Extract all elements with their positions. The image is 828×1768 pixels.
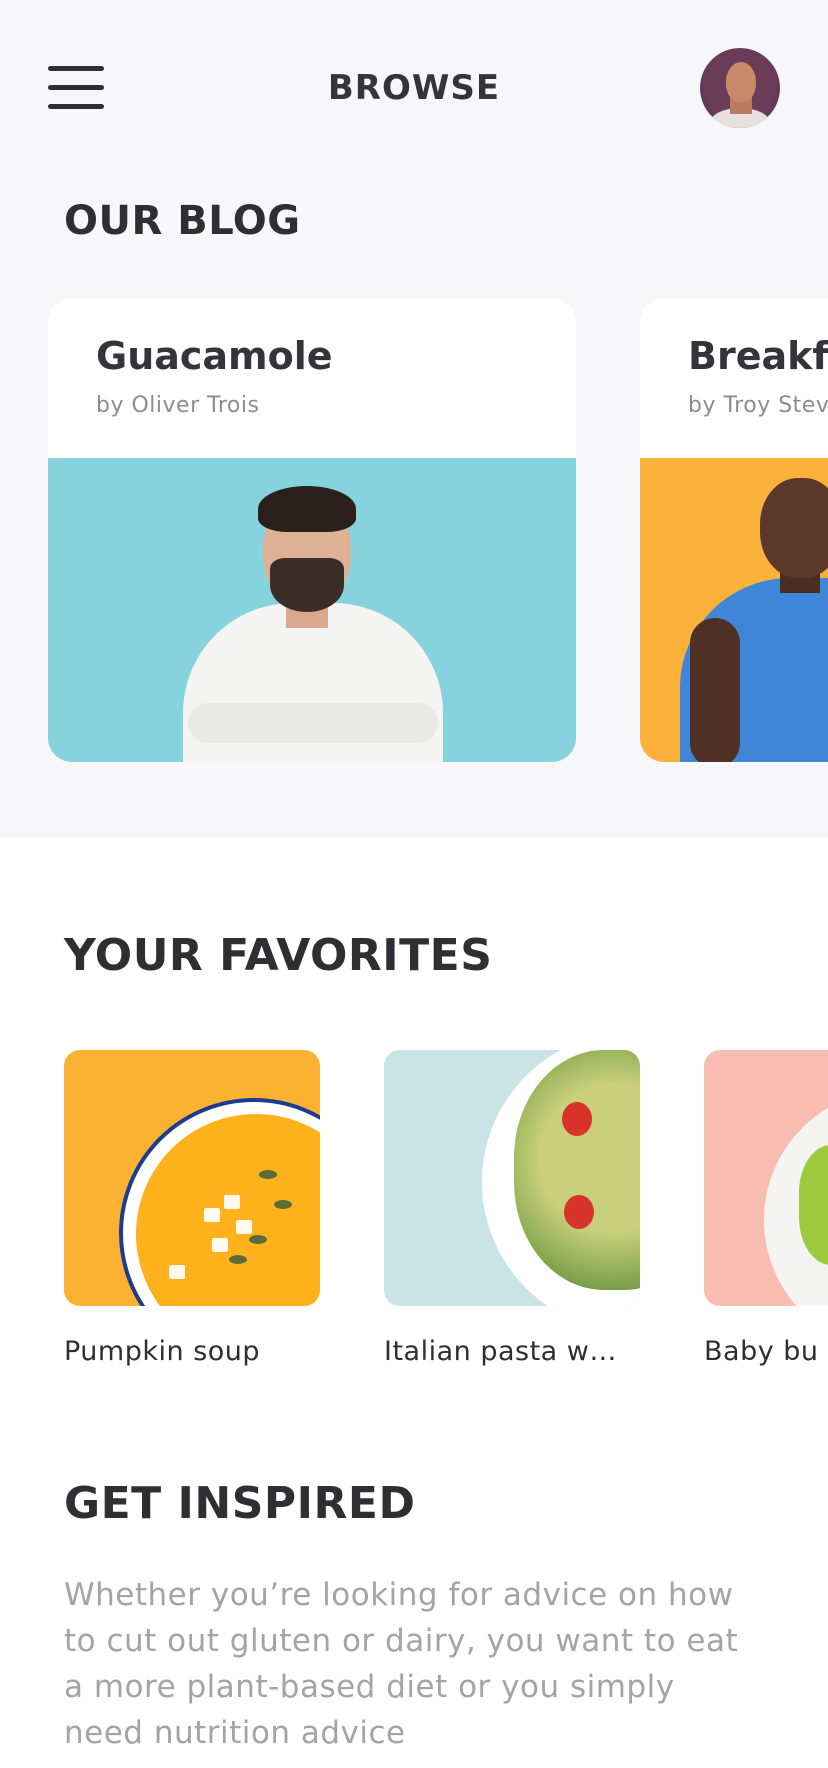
favorite-item-pumpkin-soup[interactable]: Pumpkin soup xyxy=(64,1050,320,1367)
pumpkin-seed xyxy=(274,1200,292,1209)
browse-screen: BROWSE OUR BLOG Guacamole by Oliver Troi… xyxy=(0,0,828,1768)
feta-piece xyxy=(204,1208,220,1222)
pumpkin-seed xyxy=(229,1255,247,1264)
blog-card-image xyxy=(640,458,828,762)
tomato xyxy=(562,1102,592,1136)
chef-hair xyxy=(258,486,356,532)
feta-piece xyxy=(236,1220,252,1234)
avatar-face xyxy=(726,62,756,102)
blog-card-guacamole[interactable]: Guacamole by Oliver Trois xyxy=(48,298,576,762)
favorite-item-baby-bowl[interactable]: Baby bu xyxy=(704,1050,828,1367)
feta-piece xyxy=(212,1238,228,1252)
chef-arms xyxy=(188,703,438,743)
feta-piece xyxy=(224,1195,240,1209)
favorite-thumbnail xyxy=(384,1050,640,1306)
inspire-paragraph: Whether you’re looking for advice on how… xyxy=(64,1577,739,1751)
favorite-label: Italian pasta w… xyxy=(384,1336,617,1367)
favorite-label: Pumpkin soup xyxy=(64,1336,261,1367)
person-head xyxy=(760,478,828,578)
user-avatar[interactable] xyxy=(700,48,780,128)
pumpkin-seed xyxy=(259,1170,277,1179)
favorite-thumbnail xyxy=(704,1050,828,1306)
inspire-section-title: GET INSPIRED xyxy=(64,1478,416,1529)
blog-card-author: by Oliver Trois xyxy=(96,393,260,418)
blog-card-title: Breakfast xyxy=(688,334,828,378)
header-blog-section: BROWSE OUR BLOG Guacamole by Oliver Troi… xyxy=(0,0,828,838)
blog-section-title: OUR BLOG xyxy=(64,198,301,244)
blog-card-breakfast[interactable]: Breakfast by Troy Stevens xyxy=(640,298,828,762)
pumpkin-seed xyxy=(249,1235,267,1244)
chef-beard xyxy=(270,558,344,612)
favorite-thumbnail xyxy=(64,1050,320,1306)
blog-card-author: by Troy Stevens xyxy=(688,393,828,418)
favorites-section-title: YOUR FAVORITES xyxy=(64,930,493,981)
tomato xyxy=(564,1195,594,1229)
favorite-item-italian-pasta[interactable]: Italian pasta w… xyxy=(384,1050,640,1367)
favorite-label: Baby bu xyxy=(704,1336,819,1367)
feta-piece xyxy=(169,1265,185,1279)
blog-card-title: Guacamole xyxy=(96,334,333,378)
person-arm xyxy=(690,618,740,762)
blog-card-image xyxy=(48,458,576,762)
